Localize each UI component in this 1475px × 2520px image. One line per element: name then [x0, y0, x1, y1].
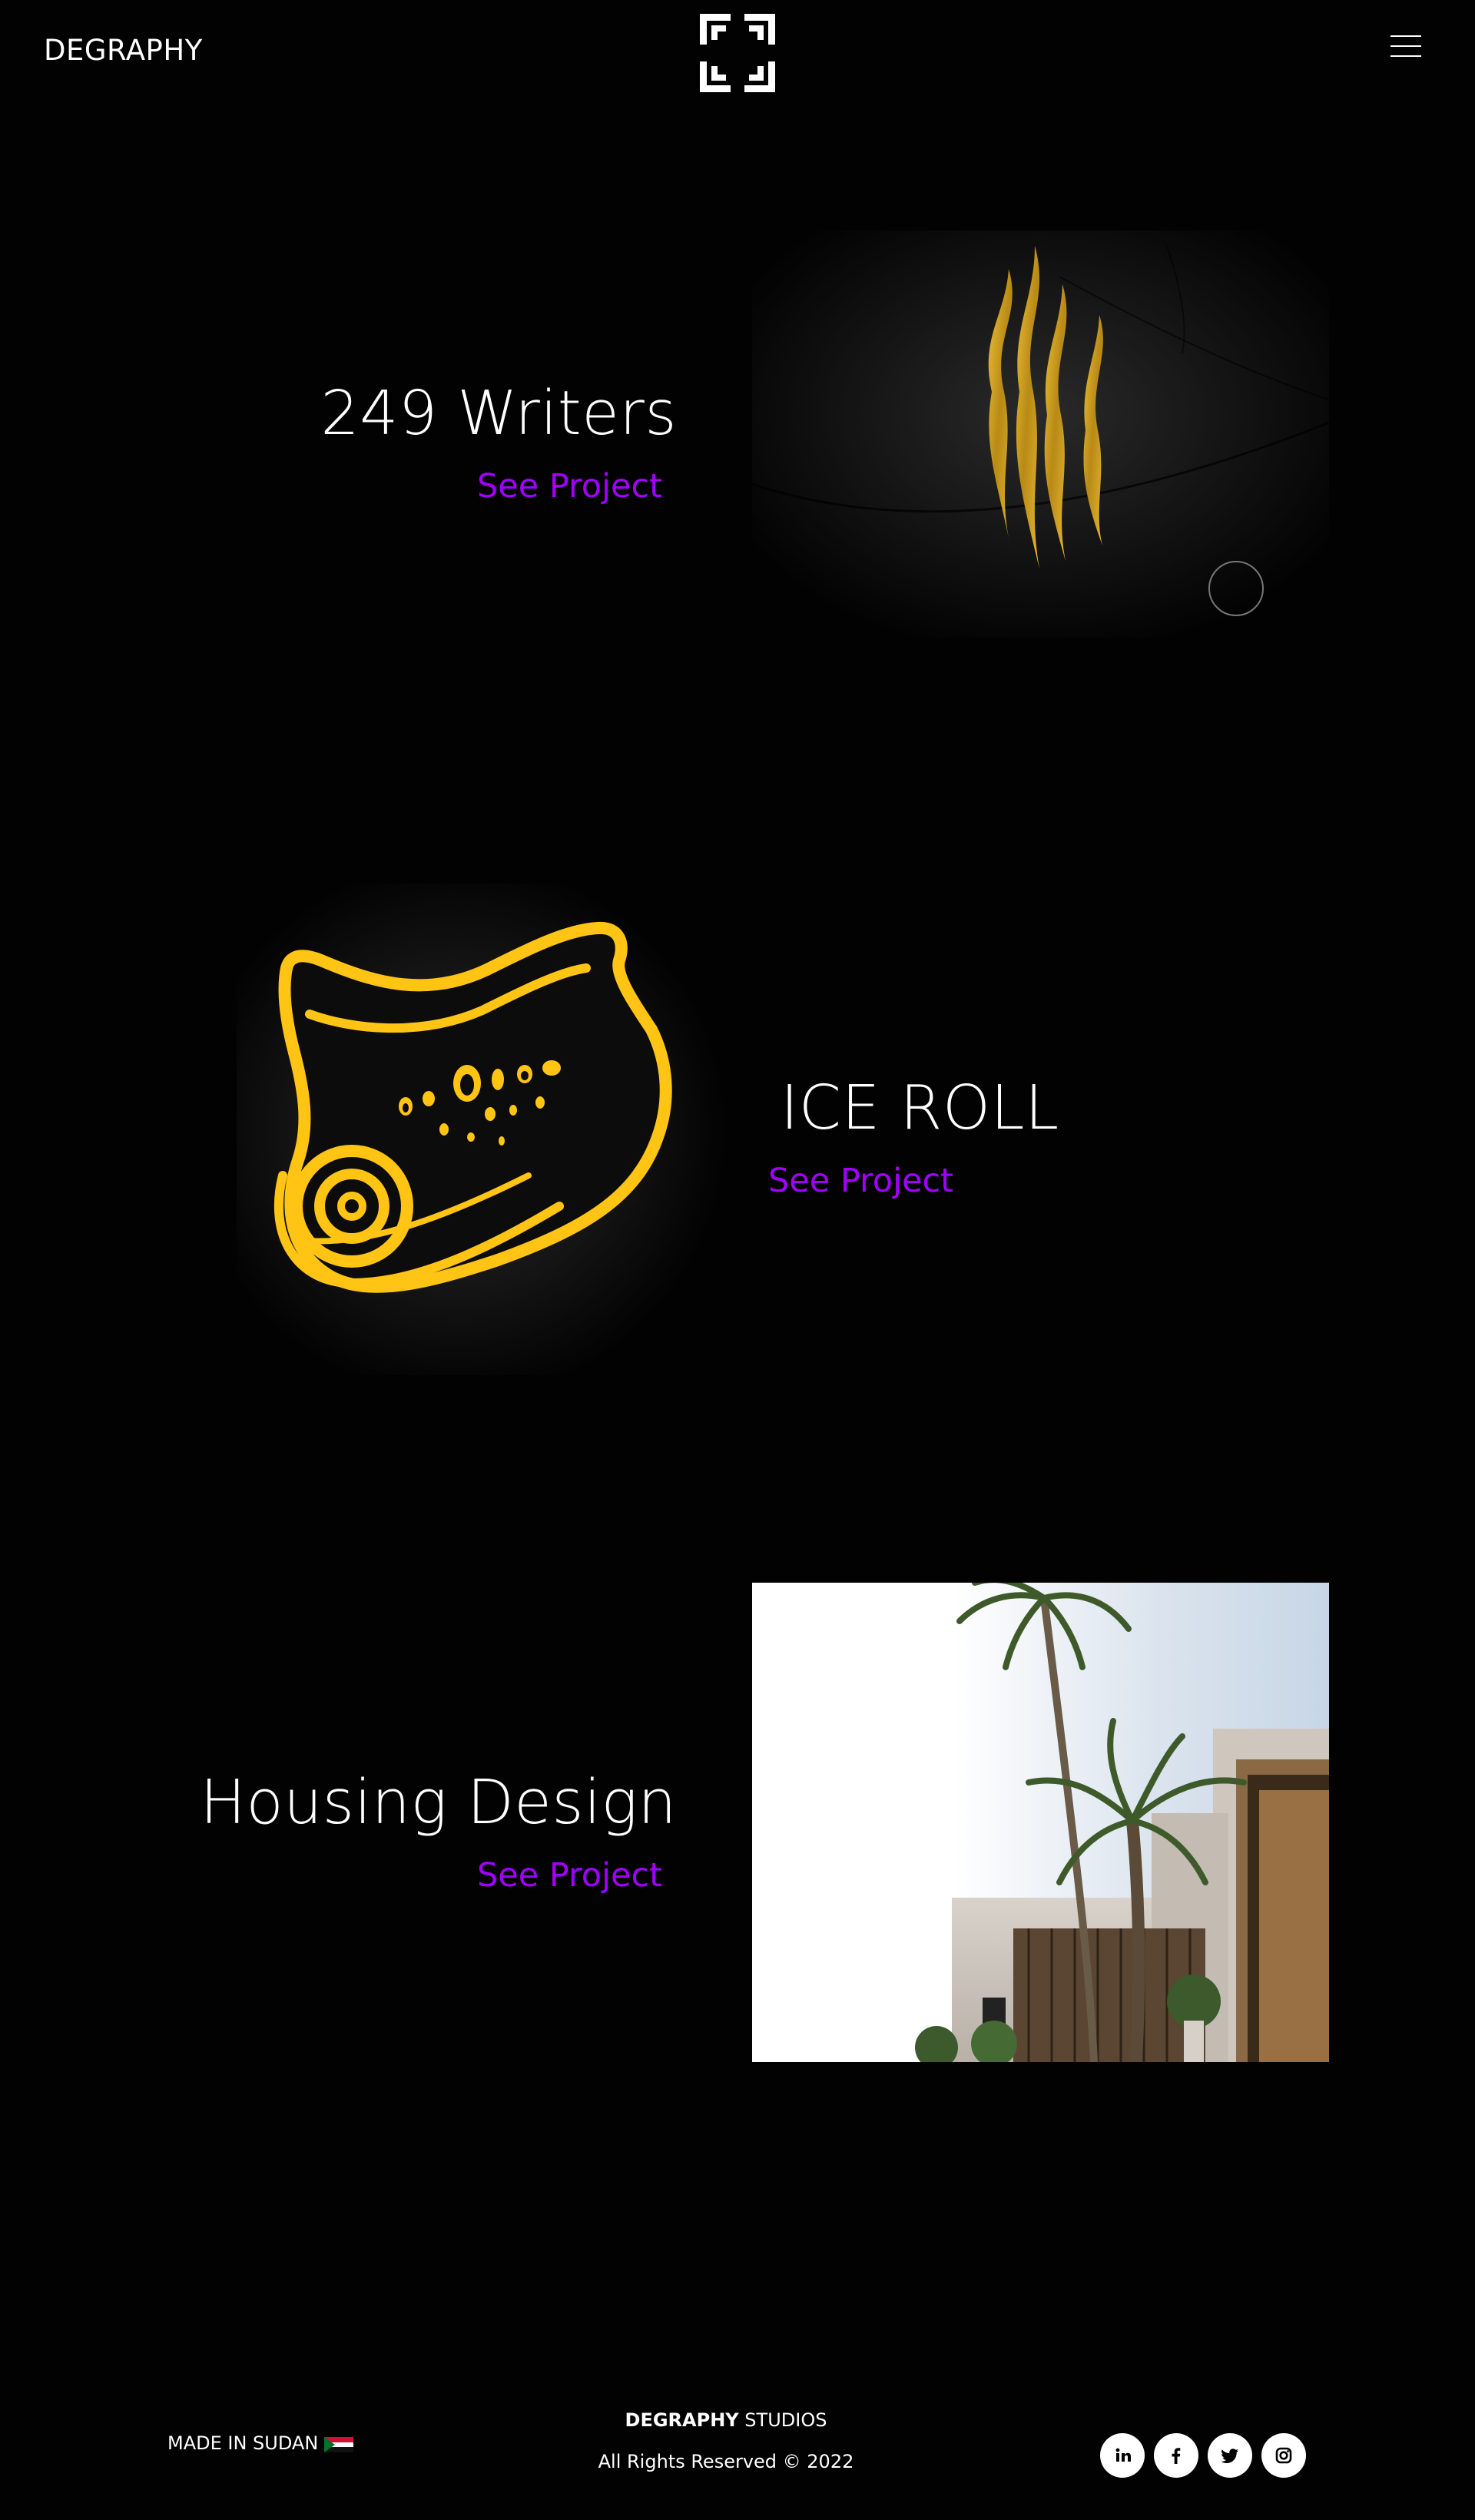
project-image-housing-design[interactable]: [752, 1583, 1329, 2062]
see-project-link[interactable]: See Project: [768, 1162, 953, 1200]
project-image-249-writers[interactable]: [752, 230, 1329, 638]
see-project-link[interactable]: See Project: [477, 467, 662, 506]
project-title: 249 Writers: [320, 378, 677, 449]
project-image-ice-roll[interactable]: [237, 884, 728, 1375]
sudan-flag-icon: [324, 2435, 354, 2452]
instagram-icon[interactable]: [1261, 2433, 1306, 2478]
studio-suffix: STUDIOS: [744, 2409, 827, 2431]
hamburger-menu-icon[interactable]: [1390, 34, 1421, 58]
facebook-icon[interactable]: [1154, 2433, 1198, 2478]
project-title: Housing Design: [200, 1767, 677, 1838]
studio-brand: DEGRAPHY: [625, 2409, 739, 2431]
studio-credit: DEGRAPHY STUDIOS: [0, 2409, 1452, 2431]
linkedin-icon[interactable]: [1100, 2433, 1145, 2478]
see-project-link[interactable]: See Project: [477, 1856, 662, 1895]
twitter-icon[interactable]: [1208, 2433, 1252, 2478]
project-title: ICE ROLL: [781, 1073, 1059, 1143]
degraphy-frame-logo-icon[interactable]: [700, 14, 775, 92]
social-links: [1100, 2433, 1306, 2478]
brand-name[interactable]: DEGRAPHY: [44, 34, 203, 67]
